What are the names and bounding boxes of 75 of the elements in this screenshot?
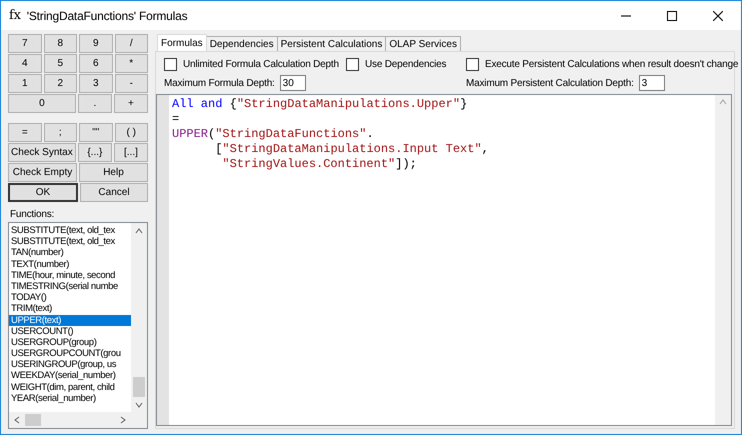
input-field[interactable]: 3	[638, 75, 665, 91]
function-item[interactable]: USERINGROUP(group, us	[9, 359, 131, 370]
keypad-key[interactable]: 4	[8, 54, 42, 73]
keypad-key[interactable]: 8	[44, 34, 77, 53]
keypad-key[interactable]: 0	[8, 94, 76, 113]
scroll-down-icon[interactable]	[135, 401, 143, 409]
field-label: Maximum Formula Depth:	[164, 78, 275, 88]
tab[interactable]: OLAP Services	[385, 36, 461, 51]
keypad-key[interactable]: 9	[79, 34, 112, 53]
checkbox[interactable]	[164, 58, 177, 71]
keypad-key[interactable]: .	[78, 94, 112, 113]
field-label: Maximum Persistent Calculation Depth:	[466, 78, 634, 88]
action-button[interactable]: Check Syntax	[8, 143, 76, 162]
function-item[interactable]: SUBSTITUTE(text, old_tex	[9, 236, 131, 248]
scrollbar[interactable]	[715, 95, 731, 425]
action-button[interactable]: Cancel	[80, 183, 148, 202]
horizontal-scrollbar[interactable]	[9, 412, 147, 428]
function-item[interactable]: WEIGHT(dim, parent, child	[9, 382, 131, 393]
keypad-key[interactable]: /	[114, 34, 148, 53]
function-item[interactable]: USERGROUPCOUNT(grou	[9, 348, 131, 360]
code-line: ["StringDataManipulations.Input Text",	[214, 142, 490, 157]
checkbox-label: Execute Persistent Calculations when result doesn't change	[485, 59, 738, 70]
function-item[interactable]: YEAR(serial_number)	[9, 392, 131, 404]
functions-label: Functions:	[10, 209, 56, 220]
keypad-key[interactable]: *	[114, 54, 148, 73]
keypad-key[interactable]: -	[114, 74, 148, 93]
function-item[interactable]: UPPER(text)	[9, 314, 131, 326]
maximize-icon	[667, 10, 677, 20]
code-line: =	[172, 112, 180, 127]
function-item[interactable]: USERGROUP(group)	[9, 336, 131, 348]
scroll-up-icon[interactable]	[135, 227, 143, 235]
action-button[interactable]: Help	[79, 163, 148, 182]
close-icon	[713, 10, 723, 20]
keypad-key[interactable]: 6	[79, 54, 112, 73]
keypad-key[interactable]: 5	[44, 54, 77, 73]
function-item[interactable]: SUBSTITUTE(text, old_tex	[9, 225, 131, 236]
function-item[interactable]: TAN(number)	[9, 247, 131, 259]
keypad-key[interactable]: 2	[44, 74, 77, 93]
formula-editor[interactable]: All and {"StringDataManipulations.Upper"} = UPPER("StringDataFunctions". ["StringDataManipulations.Input Text", "StringValues.Continent"]);	[156, 94, 732, 426]
scrollbar-thumb[interactable]	[133, 377, 145, 397]
window-title: 'StringDataFunctions' Formulas	[26, 8, 188, 22]
function-item[interactable]: TRIM(text)	[9, 303, 131, 314]
action-button[interactable]: [...]	[114, 143, 148, 162]
keypad-key[interactable]: +	[114, 94, 148, 113]
checkbox[interactable]	[466, 58, 479, 71]
function-item[interactable]: USERCOUNT()	[9, 326, 131, 337]
input-field[interactable]: 30	[280, 75, 306, 91]
scrollbar-thumb[interactable]	[25, 414, 41, 426]
keypad-key[interactable]: 3	[79, 74, 112, 93]
app-icon: fx	[9, 8, 21, 23]
code-line: All and {"StringDataManipulations.Upper"}	[172, 97, 468, 112]
keypad-key[interactable]: 1	[8, 74, 42, 93]
action-button[interactable]: {...}	[78, 143, 112, 162]
operator-key[interactable]: =	[8, 123, 42, 142]
operator-key[interactable]: ""	[79, 123, 112, 142]
code-line: "StringValues.Continent"]);	[221, 157, 418, 172]
operator-key[interactable]: ;	[44, 123, 77, 142]
keypad-key[interactable]: 7	[8, 34, 42, 53]
checkbox-label: Unlimited Formula Calculation Depth	[183, 59, 339, 70]
function-item[interactable]: TEXT(number)	[9, 258, 131, 270]
operator-key[interactable]: ( )	[114, 123, 148, 142]
tab[interactable]: Formulas	[157, 34, 207, 51]
action-button[interactable]: OK	[8, 183, 78, 202]
action-button[interactable]: Check Empty	[8, 163, 77, 182]
checkbox[interactable]	[346, 58, 359, 71]
code-line: UPPER("StringDataFunctions".	[172, 127, 375, 142]
function-item[interactable]: TIME(hour, minute, second	[9, 270, 131, 281]
function-item[interactable]: TIMESTRING(serial numbe	[9, 280, 131, 292]
function-item[interactable]: WEEKDAY(serial_number)	[9, 370, 131, 382]
scrollbar[interactable]	[131, 223, 147, 412]
function-item[interactable]: TODAY()	[9, 292, 131, 304]
scroll-left-icon[interactable]	[13, 416, 21, 424]
checkbox-label: Use Dependencies	[365, 59, 446, 70]
scroll-right-icon[interactable]	[119, 416, 127, 424]
tab[interactable]: Dependencies	[206, 36, 278, 51]
